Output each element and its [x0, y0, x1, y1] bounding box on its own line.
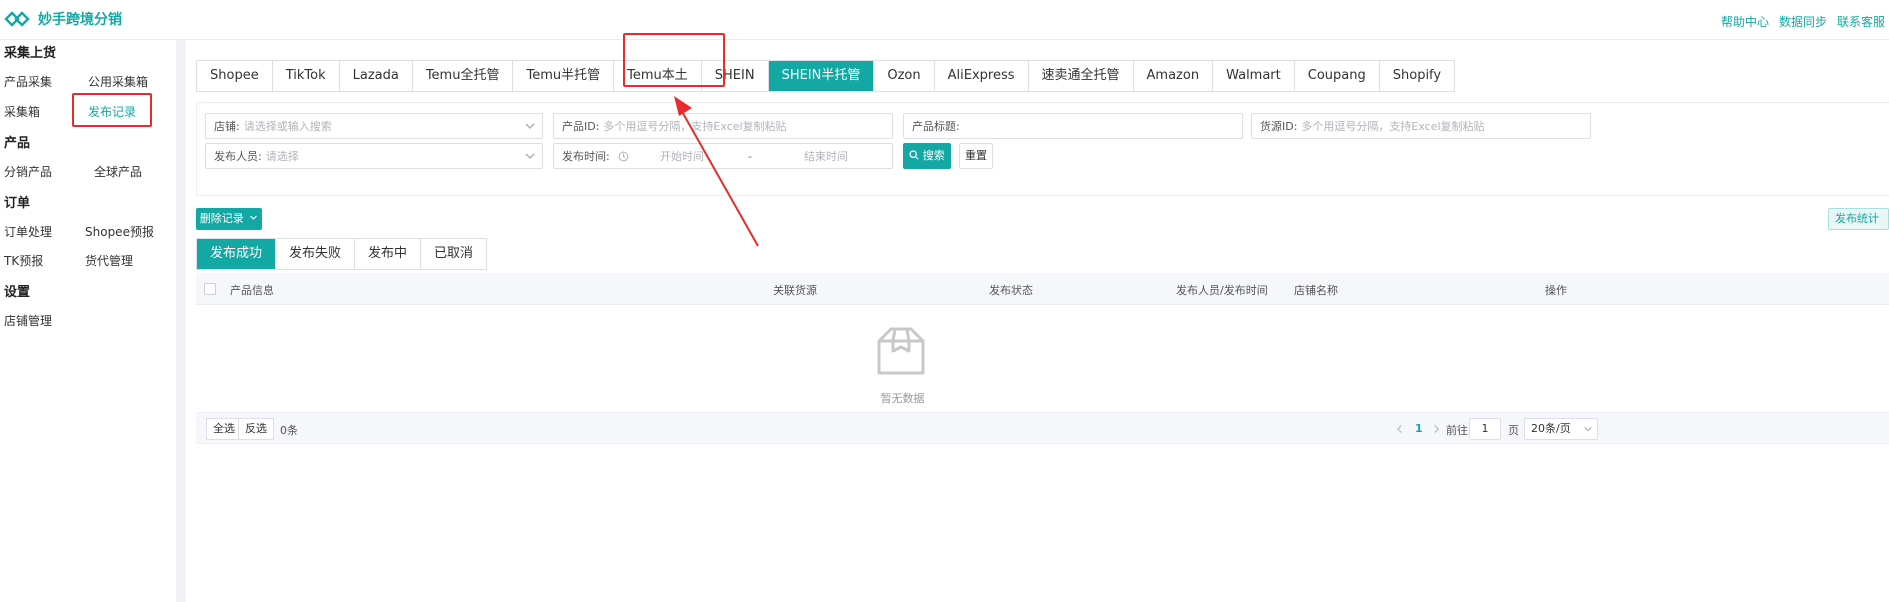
- publisher-placeholder: 请选择: [265, 150, 299, 163]
- product-id-label: 产品ID:: [562, 120, 600, 133]
- source-id-label: 货源ID:: [1260, 120, 1298, 133]
- top-header: 妙手跨境分销 帮助中心 数据同步 联系客服: [0, 0, 1889, 40]
- empty-text: 暂无数据: [880, 392, 925, 405]
- store-placeholder: 请选择或输入搜索: [243, 120, 332, 133]
- platform-tabs: Shopee TikTok Lazada Temu全托管 Temu半托管 Tem…: [196, 60, 1456, 92]
- publisher-label: 发布人员:: [214, 150, 262, 163]
- header-links: 帮助中心 数据同步 联系客服: [1721, 13, 1885, 30]
- tab-shopee[interactable]: Shopee: [197, 61, 273, 91]
- page-unit-label: 页: [1508, 424, 1519, 437]
- chevron-down-icon: [525, 153, 535, 159]
- tab-tiktok[interactable]: TikTok: [273, 61, 340, 91]
- source-id-placeholder: 多个用逗号分隔，支持Excel复制粘贴: [1301, 120, 1485, 133]
- tab-coupang[interactable]: Coupang: [1295, 61, 1380, 91]
- contact-support-link[interactable]: 联系客服: [1837, 13, 1885, 30]
- app-logo[interactable]: 妙手跨境分销: [4, 8, 122, 30]
- search-icon: [909, 150, 919, 160]
- sidebar: 采集上货 产品采集 公用采集箱 采集箱 发布记录 产品 分销产品 全球产品 订单…: [0, 40, 176, 602]
- data-sync-link[interactable]: 数据同步: [1779, 13, 1827, 30]
- goto-page-input[interactable]: 1: [1469, 418, 1501, 440]
- sidebar-section-orders: 订单: [4, 196, 31, 211]
- sidebar-item-publish-records[interactable]: 发布记录: [88, 103, 136, 120]
- help-center-link[interactable]: 帮助中心: [1721, 13, 1769, 30]
- source-id-input[interactable]: 货源ID: 多个用逗号分隔，支持Excel复制粘贴: [1251, 113, 1591, 139]
- clock-icon: [618, 151, 629, 161]
- tab-cancelled[interactable]: 已取消: [421, 239, 486, 269]
- column-linked-source: 关联货源: [773, 284, 817, 297]
- end-time-placeholder: 结束时间: [804, 150, 848, 163]
- sidebar-section-product: 产品: [4, 136, 31, 151]
- tab-aliexpress-full[interactable]: 速卖通全托管: [1029, 61, 1134, 91]
- sidebar-item-forwarder-management[interactable]: 货代管理: [85, 252, 133, 269]
- tab-aliexpress[interactable]: AliExpress: [935, 61, 1029, 91]
- pagination-current-page[interactable]: 1: [1415, 422, 1423, 435]
- tab-temu-full[interactable]: Temu全托管: [413, 61, 514, 91]
- tab-publish-success[interactable]: 发布成功: [197, 239, 277, 269]
- tab-lazada[interactable]: Lazada: [340, 61, 413, 91]
- goto-label: 前往: [1446, 424, 1468, 437]
- tab-amazon[interactable]: Amazon: [1134, 61, 1214, 91]
- column-product-info: 产品信息: [230, 284, 274, 297]
- tab-publishing[interactable]: 发布中: [355, 239, 422, 269]
- sidebar-item-collect-box[interactable]: 采集箱: [4, 103, 40, 120]
- annotation-arrow-icon: [674, 96, 759, 247]
- tab-publish-failed[interactable]: 发布失败: [276, 239, 356, 269]
- main-content: Shopee TikTok Lazada Temu全托管 Temu半托管 Tem…: [186, 33, 1889, 602]
- product-title-label: 产品标题:: [912, 120, 960, 133]
- publish-time-label: 发布时间:: [562, 150, 610, 163]
- sidebar-item-global-products[interactable]: 全球产品: [94, 163, 142, 180]
- tab-ozon[interactable]: Ozon: [874, 61, 935, 91]
- page-size-value: 20条/页: [1531, 422, 1571, 435]
- page-size-select[interactable]: 20条/页: [1524, 418, 1598, 440]
- sidebar-item-store-management[interactable]: 店铺管理: [4, 312, 52, 329]
- sidebar-item-tk-forecast[interactable]: TK预报: [4, 252, 43, 269]
- delete-records-button[interactable]: 删除记录: [196, 208, 262, 230]
- publish-stats-button[interactable]: 发布统计: [1828, 208, 1889, 230]
- column-publisher-time: 发布人员/发布时间: [1176, 284, 1268, 297]
- sidebar-item-public-collect-box[interactable]: 公用采集箱: [88, 73, 148, 90]
- chevron-down-icon: [525, 123, 535, 129]
- column-actions: 操作: [1545, 284, 1567, 297]
- sidebar-item-distribution-products[interactable]: 分销产品: [4, 163, 52, 180]
- sidebar-item-order-processing[interactable]: 订单处理: [4, 223, 52, 240]
- select-all-button[interactable]: 全选: [206, 418, 242, 440]
- empty-state: 暂无数据: [196, 305, 1889, 411]
- store-select[interactable]: 店铺: 请选择或输入搜索: [205, 113, 543, 139]
- publisher-select[interactable]: 发布人员: 请选择: [205, 143, 543, 169]
- empty-box-icon: [877, 327, 925, 375]
- sidebar-section-collect: 采集上货: [4, 46, 57, 61]
- select-all-checkbox[interactable]: [204, 283, 216, 295]
- chevron-right-icon[interactable]: [1432, 424, 1441, 434]
- table-header: 产品信息 关联货源 发布状态 发布人员/发布时间 店铺名称 操作: [196, 273, 1889, 305]
- store-label: 店铺:: [214, 120, 240, 133]
- tab-shopify[interactable]: Shopify: [1380, 61, 1454, 91]
- layout-gutter: [176, 40, 186, 602]
- search-button[interactable]: 搜索: [903, 143, 951, 169]
- record-count: 0条: [280, 424, 298, 437]
- sidebar-item-product-collect[interactable]: 产品采集: [4, 73, 52, 90]
- status-tabs: 发布成功 发布失败 发布中 已取消: [196, 238, 488, 270]
- product-title-input[interactable]: 产品标题:: [903, 113, 1243, 139]
- sidebar-item-shopee-forecast[interactable]: Shopee预报: [85, 223, 154, 240]
- logo-icon: [4, 11, 30, 27]
- sidebar-section-settings: 设置: [4, 285, 31, 300]
- table-footer: 全选 反选 0条 1 前往 1 页 20条/页: [196, 412, 1889, 444]
- filter-panel: 店铺: 请选择或输入搜索 产品ID: 多个用逗号分隔，支持Excel复制粘贴 产…: [196, 102, 1889, 196]
- tab-temu-semi[interactable]: Temu半托管: [513, 61, 615, 91]
- column-store-name: 店铺名称: [1294, 284, 1338, 297]
- column-publish-status: 发布状态: [989, 284, 1033, 297]
- app-title: 妙手跨境分销: [38, 12, 122, 28]
- tab-walmart[interactable]: Walmart: [1213, 61, 1295, 91]
- delete-records-label: 删除记录: [199, 212, 244, 225]
- chevron-down-icon: [250, 215, 258, 220]
- chevron-down-icon: [1584, 426, 1592, 432]
- invert-selection-button[interactable]: 反选: [238, 418, 274, 440]
- search-button-label: 搜索: [922, 149, 945, 162]
- reset-button[interactable]: 重置: [959, 143, 993, 169]
- chevron-left-icon[interactable]: [1396, 424, 1405, 434]
